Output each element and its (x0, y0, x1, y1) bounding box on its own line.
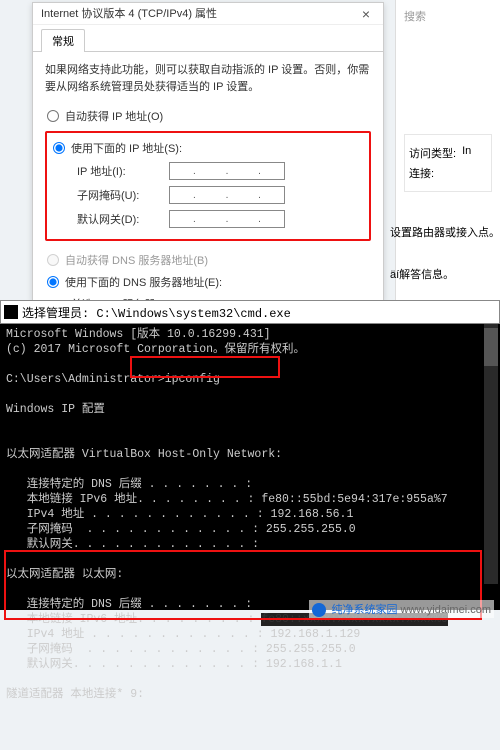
tab-strip: 常规 (33, 25, 383, 52)
cmd-a2-mask: 子网掩码 . . . . . . . . . . . . : 255.255.2… (6, 643, 356, 656)
cmd-a1-linklocal: 本地链接 IPv6 地址. . . . . . . . : fe80::55bd… (6, 493, 448, 506)
gateway-input[interactable]: ... (169, 210, 285, 228)
radio-use-ip-label: 使用下面的 IP 地址(S): (71, 140, 182, 156)
radio-obtain-ip-auto-input[interactable] (47, 110, 59, 122)
cmd-adapter1-title: 以太网适配器 VirtualBox Host-Only Network: (6, 448, 282, 461)
radio-obtain-dns-auto-label: 自动获得 DNS 服务器地址(B) (65, 252, 208, 268)
manual-ip-group: 使用下面的 IP 地址(S): IP 地址(I): ... 子网掩码(U): .… (45, 131, 371, 241)
access-label: 访问类型: (409, 145, 456, 161)
watermark-logo-icon (312, 603, 326, 617)
ipv4-properties-dialog: Internet 协议版本 4 (TCP/IPv4) 属性 × 常规 如果网络支… (32, 2, 384, 301)
radio-use-ip-input[interactable] (53, 142, 65, 154)
cmd-tunnel-title: 隧道适配器 本地连接* 9: (6, 688, 144, 701)
close-icon[interactable]: × (357, 3, 375, 25)
cmd-line-header: Windows IP 配置 (6, 403, 105, 416)
cmd-icon (4, 305, 18, 319)
gateway-row: 默认网关(D): ... (51, 207, 365, 231)
status-box: 访问类型: In 连接: (404, 134, 492, 192)
highlight-ipconfig (130, 356, 280, 378)
cmd-a1-mask: 子网掩码 . . . . . . . . . . . . : 255.255.2… (6, 523, 356, 536)
radio-use-dns[interactable]: 使用下面的 DNS 服务器地址(E): (45, 271, 371, 293)
radio-obtain-ip-auto-label: 自动获得 IP 地址(O) (65, 108, 163, 124)
connections-label: 连接: (409, 165, 434, 181)
cmd-a2-ipv4: IPv4 地址 . . . . . . . . . . . . : 192.16… (6, 628, 360, 641)
cmd-line-winver: Microsoft Windows [版本 10.0.16299.431] (6, 328, 271, 341)
bg-hint2: äí解答信息。 (390, 266, 454, 282)
tab-body: 如果网络支持此功能，则可以获取自动指派的 IP 设置。否则，你需要从网络系统管理… (33, 51, 383, 337)
cmd-title-text: 选择管理员: C:\Windows\system32\cmd.exe (22, 304, 291, 321)
cmd-a1-ipv4: IPv4 地址 . . . . . . . . . . . . : 192.16… (6, 508, 353, 521)
watermark-brand: 纯净系统家园 (331, 604, 397, 616)
tab-general[interactable]: 常规 (41, 29, 85, 52)
subnet-label: 子网掩码(U): (77, 187, 169, 203)
description-text: 如果网络支持此功能，则可以获取自动指派的 IP 设置。否则，你需要从网络系统管理… (45, 62, 371, 95)
radio-use-dns-label: 使用下面的 DNS 服务器地址(E): (65, 274, 222, 290)
cmd-output[interactable]: Microsoft Windows [版本 10.0.16299.431] (c… (0, 324, 500, 750)
subnet-row: 子网掩码(U): ... (51, 183, 365, 207)
command-prompt-window: 选择管理员: C:\Windows\system32\cmd.exe Micro… (0, 300, 500, 610)
watermark-url: www.yidaimei.com (401, 604, 491, 616)
cmd-scrollbar[interactable] (484, 324, 498, 584)
dialog-titlebar: Internet 协议版本 4 (TCP/IPv4) 属性 × (33, 3, 383, 25)
subnet-input[interactable]: ... (169, 186, 285, 204)
background-network-panel: 搜索 访问类型: In 连接: (395, 0, 500, 300)
cmd-a2-gateway: 默认网关. . . . . . . . . . . . . : 192.168.… (6, 658, 342, 671)
radio-obtain-dns-auto-input (47, 254, 59, 266)
cmd-titlebar: 选择管理员: C:\Windows\system32\cmd.exe (0, 300, 500, 324)
ip-address-label: IP 地址(I): (77, 163, 169, 179)
dialog-title-text: Internet 协议版本 4 (TCP/IPv4) 属性 (41, 3, 217, 25)
ip-address-row: IP 地址(I): ... (51, 159, 365, 183)
cmd-scroll-thumb[interactable] (484, 328, 498, 366)
access-value: In (462, 145, 471, 161)
search-placeholder: 搜索 (404, 8, 492, 24)
cmd-a1-dns: 连接特定的 DNS 后缀 . . . . . . . : (6, 478, 252, 491)
bg-hint1: 设置路由器或接入点。 (390, 224, 500, 240)
radio-use-ip[interactable]: 使用下面的 IP 地址(S): (51, 137, 365, 159)
radio-obtain-ip-auto[interactable]: 自动获得 IP 地址(O) (45, 105, 371, 127)
radio-obtain-dns-auto: 自动获得 DNS 服务器地址(B) (45, 249, 371, 271)
ip-address-input[interactable]: ... (169, 162, 285, 180)
cmd-line-copyright: (c) 2017 Microsoft Corporation。保留所有权利。 (6, 343, 305, 356)
radio-use-dns-input[interactable] (47, 276, 59, 288)
gateway-label: 默认网关(D): (77, 211, 169, 227)
watermark: 纯净系统家园 www.yidaimei.com (309, 600, 494, 618)
